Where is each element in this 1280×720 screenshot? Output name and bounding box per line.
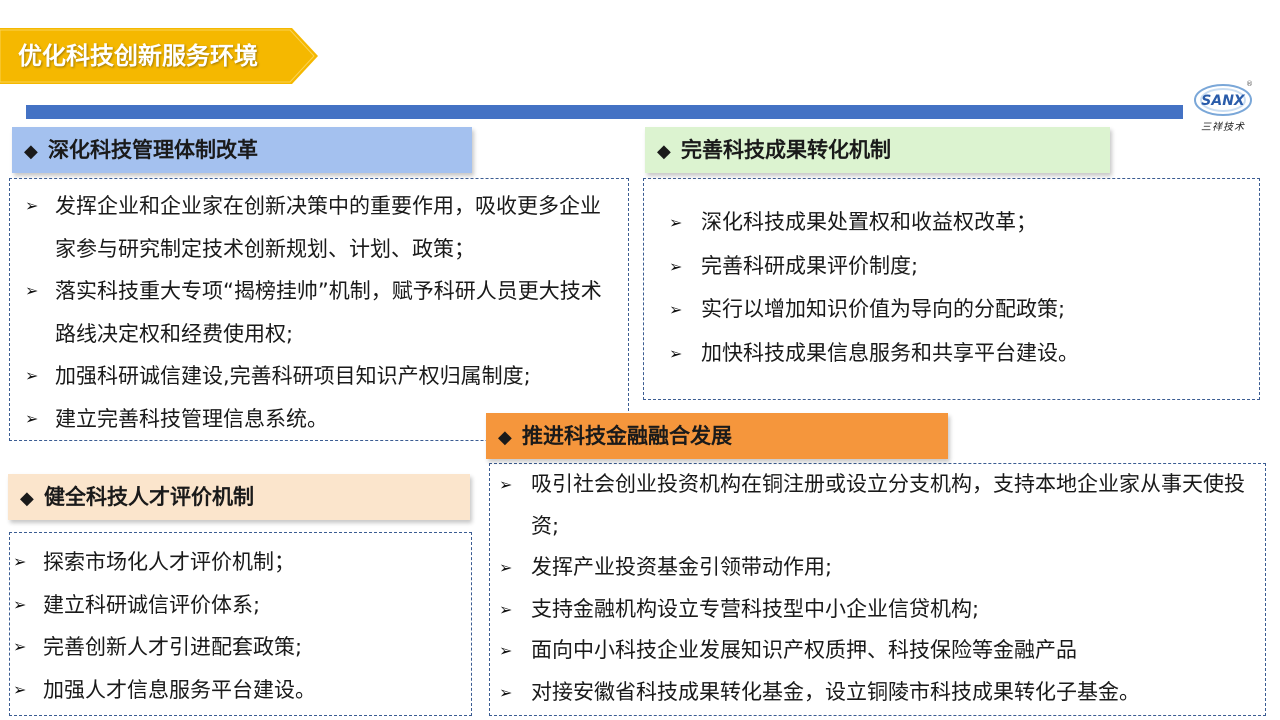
arrow-bullet-icon: ➢ <box>13 637 27 656</box>
arrow-bullet-icon: ➢ <box>499 682 513 702</box>
title-banner: 优化科技创新服务环境 <box>0 28 318 84</box>
list-item: ➢ 探索市场化人才评价机制； <box>13 541 463 584</box>
section-title: 健全科技人才评价机制 <box>44 485 254 509</box>
svg-text:SANX: SANX <box>1201 93 1246 109</box>
header-rule <box>26 105 1183 119</box>
section-title: 推进科技金融融合发展 <box>522 424 732 448</box>
list-item: ➢ 支持金融机构设立专营科技型中小企业信贷机构; <box>499 589 1259 631</box>
list-item: ➢ 落实科技重大专项“揭榜挂帅”机制，赋予科研人员更大技术路线决定权和经费使用权… <box>25 270 615 355</box>
list-item: ➢ 建立科研诚信评价体系; <box>13 584 463 627</box>
arrow-bullet-icon: ➢ <box>25 196 39 215</box>
diamond-bullet-icon: ◆ <box>657 141 671 162</box>
page-title: 优化科技创新服务环境 <box>18 42 258 70</box>
list-item: ➢ 发挥产业投资基金引领带动作用; <box>499 547 1259 589</box>
diamond-bullet-icon: ◆ <box>24 141 38 162</box>
arrow-bullet-icon: ➢ <box>669 300 683 319</box>
section-box-mgmt: ➢ 发挥企业和企业家在创新决策中的重要作用，吸收更多企业家参与研究制定技术创新规… <box>9 178 629 441</box>
list-item: ➢ 面向中小科技企业发展知识产权质押、科技保险等金融产品 <box>499 630 1259 672</box>
list-item: ➢ 加快科技成果信息服务和共享平台建设。 <box>669 332 1249 376</box>
logo-mark-icon: SANX <box>1194 84 1252 116</box>
arrow-bullet-icon: ➢ <box>25 281 39 300</box>
section-header-talent: ◆ 健全科技人才评价机制 <box>8 474 470 520</box>
company-logo: SANX ® 三祥技术 <box>1192 80 1258 140</box>
section-header-transfer: ◆ 完善科技成果转化机制 <box>645 127 1110 173</box>
arrow-bullet-icon: ➢ <box>499 558 513 577</box>
section-header-mgmt: ◆ 深化科技管理体制改革 <box>12 127 472 173</box>
section-title: 深化科技管理体制改革 <box>48 138 258 162</box>
arrow-bullet-icon: ➢ <box>13 552 27 571</box>
diamond-bullet-icon: ◆ <box>20 488 34 509</box>
list-item: ➢ 对接安徽省科技成果转化基金，设立铜陵市科技成果转化子基金。 <box>499 672 1259 714</box>
section-title: 完善科技成果转化机制 <box>681 138 891 162</box>
arrow-bullet-icon: ➢ <box>499 641 513 660</box>
logo-registered-mark: ® <box>1246 80 1253 88</box>
arrow-bullet-icon: ➢ <box>25 408 39 428</box>
arrow-bullet-icon: ➢ <box>13 679 27 699</box>
arrow-bullet-icon: ➢ <box>669 256 683 276</box>
list-item: ➢ 实行以增加知识价值为导向的分配政策; <box>669 288 1249 332</box>
arrow-bullet-icon: ➢ <box>499 475 513 494</box>
list-item: ➢ 吸引社会创业投资机构在铜注册或设立分支机构，支持本地企业家从事天使投资; <box>499 464 1259 547</box>
section-header-finance: ◆ 推进科技金融融合发展 <box>486 413 948 459</box>
logo-caption: 三祥技术 <box>1201 122 1245 133</box>
arrow-bullet-icon: ➢ <box>13 594 27 614</box>
list-item: ➢ 完善科研成果评价制度; <box>669 245 1249 289</box>
arrow-bullet-icon: ➢ <box>25 366 39 385</box>
arrow-bullet-icon: ➢ <box>499 599 513 619</box>
section-box-transfer: ➢ 深化科技成果处置权和收益权改革； ➢ 完善科研成果评价制度; ➢ 实行以增加… <box>643 178 1260 400</box>
list-item: ➢ 发挥企业和企业家在创新决策中的重要作用，吸收更多企业家参与研究制定技术创新规… <box>25 185 615 270</box>
arrow-bullet-icon: ➢ <box>669 343 683 363</box>
list-item: ➢ 深化科技成果处置权和收益权改革； <box>669 201 1249 245</box>
list-item: ➢ 加强科研诚信建设,完善科研项目知识产权归属制度; <box>25 355 615 398</box>
section-box-talent: ➢ 探索市场化人才评价机制； ➢ 建立科研诚信评价体系; ➢ 完善创新人才引进配… <box>9 532 472 716</box>
diamond-bullet-icon: ◆ <box>498 427 512 448</box>
section-box-finance: ➢ 吸引社会创业投资机构在铜注册或设立分支机构，支持本地企业家从事天使投资; ➢… <box>489 463 1266 716</box>
list-item: ➢ 加强人才信息服务平台建设。 <box>13 669 463 712</box>
list-item: ➢ 完善创新人才引进配套政策; <box>13 626 463 669</box>
arrow-bullet-icon: ➢ <box>669 213 683 232</box>
